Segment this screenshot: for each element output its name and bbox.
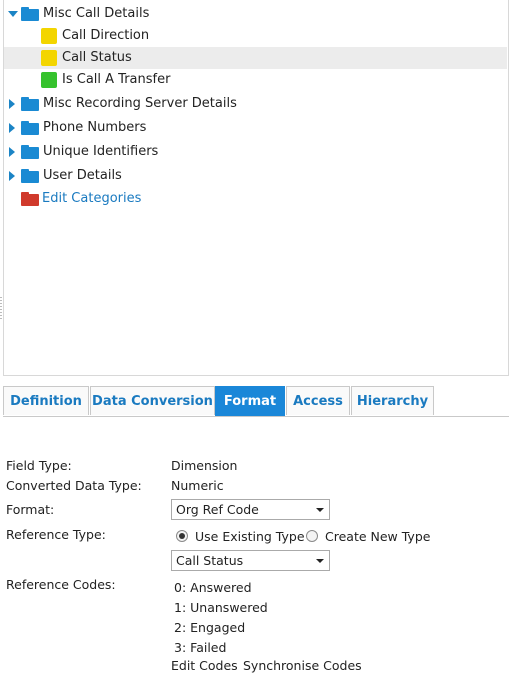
reference-code-item: 2: Engaged <box>174 620 245 635</box>
tab-data-conversion[interactable]: Data Conversion <box>90 386 215 415</box>
expand-arrow-icon[interactable] <box>8 9 18 19</box>
tree-item-unique-identifiers[interactable]: Unique Identifiers <box>4 141 507 163</box>
tree-item-label: Call Status <box>62 50 132 65</box>
use-existing-type-label[interactable]: Use Existing Type <box>195 529 305 544</box>
code-number: 2: <box>174 620 187 635</box>
tree-item-label: Unique Identifiers <box>43 144 159 159</box>
tree-item-label: User Details <box>43 168 122 183</box>
field-type-value: Dimension <box>171 458 238 473</box>
chevron-down-icon <box>316 508 324 512</box>
field-yellow-icon <box>41 50 57 66</box>
folder-icon <box>21 169 39 183</box>
tree-item-user-details[interactable]: User Details <box>4 165 507 187</box>
field-yellow-icon <box>41 28 57 44</box>
tab-format[interactable]: Format <box>215 386 285 416</box>
converted-data-type-label: Converted Data Type: <box>6 478 142 493</box>
tree-item-is-call-a-transfer[interactable]: Is Call A Transfer <box>4 69 507 91</box>
tree-item-label: Misc Call Details <box>43 6 150 21</box>
field-type-label: Field Type: <box>6 458 72 473</box>
code-text: Answered <box>190 580 252 595</box>
folder-icon <box>21 145 39 159</box>
resize-grip[interactable] <box>0 297 2 319</box>
reference-code-item: 3: Failed <box>174 640 226 655</box>
tree-item-call-status[interactable]: Call Status <box>4 47 507 69</box>
tree-item-label: Is Call A Transfer <box>62 72 171 87</box>
create-new-type-label[interactable]: Create New Type <box>325 529 430 544</box>
code-text: Unanswered <box>190 600 268 615</box>
tab-definition[interactable]: Definition <box>3 386 89 415</box>
edit-categories-link[interactable]: Edit Categories <box>4 188 507 210</box>
tree-item-misc-recording-server-details[interactable]: Misc Recording Server Details <box>4 93 507 115</box>
tree-item-label: Misc Recording Server Details <box>43 96 237 111</box>
collapse-arrow-icon[interactable] <box>9 123 19 133</box>
folder-icon <box>21 121 39 135</box>
collapse-arrow-icon[interactable] <box>9 171 19 181</box>
tree-item-phone-numbers[interactable]: Phone Numbers <box>4 117 507 139</box>
code-text: Failed <box>190 640 227 655</box>
code-number: 0: <box>174 580 187 595</box>
use-existing-type-radio[interactable] <box>176 530 188 542</box>
tab-hierarchy[interactable]: Hierarchy <box>351 386 434 415</box>
reference-code-item: 0: Answered <box>174 580 252 595</box>
format-label: Format: <box>6 502 55 517</box>
tree-item-misc-call-details[interactable]: Misc Call Details <box>4 3 507 25</box>
red-folder-icon <box>21 192 39 206</box>
chevron-down-icon <box>316 559 324 563</box>
category-tree: Misc Call Details Call Direction Call St… <box>3 0 509 376</box>
tree-item-label: Call Direction <box>62 28 150 43</box>
reference-type-select-value: Call Status <box>176 553 244 568</box>
edit-codes-link[interactable]: Edit Codes <box>171 658 238 673</box>
reference-type-select[interactable]: Call Status <box>171 550 330 571</box>
code-text: Engaged <box>190 620 246 635</box>
reference-code-item: 1: Unanswered <box>174 600 268 615</box>
collapse-arrow-icon[interactable] <box>9 99 19 109</box>
code-number: 3: <box>174 640 187 655</box>
tab-access[interactable]: Access <box>286 386 350 415</box>
edit-categories-label[interactable]: Edit Categories <box>42 191 141 206</box>
synchronise-codes-link[interactable]: Synchronise Codes <box>243 658 362 673</box>
folder-icon <box>21 97 39 111</box>
reference-type-label: Reference Type: <box>6 527 106 542</box>
tab-bar: Definition Data Conversion Format Access… <box>3 386 509 417</box>
folder-icon <box>21 7 39 21</box>
tree-item-call-direction[interactable]: Call Direction <box>4 25 507 47</box>
format-select[interactable]: Org Ref Code <box>171 499 330 520</box>
code-number: 1: <box>174 600 187 615</box>
field-green-icon <box>41 72 57 88</box>
collapse-arrow-icon[interactable] <box>9 147 19 157</box>
converted-data-type-value: Numeric <box>171 478 224 493</box>
format-select-value: Org Ref Code <box>176 502 259 517</box>
create-new-type-radio[interactable] <box>306 530 318 542</box>
reference-codes-label: Reference Codes: <box>6 577 116 592</box>
tree-item-label: Phone Numbers <box>43 120 147 135</box>
